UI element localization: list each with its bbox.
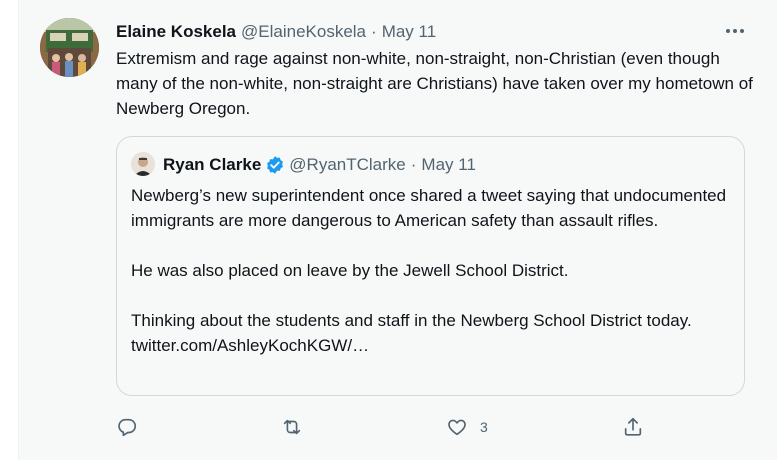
reply-icon [118, 418, 137, 437]
like-button[interactable]: 3 [446, 410, 488, 444]
share-icon [624, 417, 642, 436]
quoted-author-avatar[interactable] [131, 152, 155, 176]
author-avatar[interactable] [40, 18, 99, 77]
more-icon[interactable] [722, 20, 748, 42]
quoted-paragraph: Thinking about the students and staff in… [131, 311, 692, 355]
author-name[interactable]: Elaine Koskela [116, 22, 236, 42]
tweet-actions: 3 [108, 410, 668, 444]
tweet-date[interactable]: May 11 [382, 22, 437, 42]
quoted-tweet[interactable]: Ryan Clarke @RyanTClarke · May 11 Newber… [116, 136, 745, 396]
retweet-icon [283, 419, 301, 435]
quoted-author-name[interactable]: Ryan Clarke [163, 155, 261, 175]
quoted-tweet-header: Ryan Clarke @RyanTClarke · May 11 [163, 153, 476, 177]
quoted-author-handle[interactable]: @RyanTClarke [289, 155, 405, 175]
share-button[interactable] [622, 410, 644, 444]
quoted-tweet-text: Newberg’s new superintendent once shared… [131, 183, 736, 358]
like-count: 3 [480, 419, 488, 435]
quoted-tweet-date[interactable]: May 11 [421, 155, 476, 175]
verified-badge-icon [265, 155, 285, 175]
quoted-header-separator: · [410, 155, 417, 174]
tweet-header: Elaine Koskela @ElaineKoskela · May 11 [116, 20, 436, 44]
quoted-paragraph: Newberg’s new superintendent once shared… [131, 186, 727, 230]
reply-button[interactable] [116, 410, 138, 444]
more-dots-glyph [726, 29, 744, 33]
retweet-button[interactable] [281, 410, 303, 444]
author-handle[interactable]: @ElaineKoskela [241, 22, 366, 42]
quoted-paragraph: He was also placed on leave by the Jewel… [131, 261, 569, 280]
tweet-text: Extremism and rage against non-white, no… [116, 49, 753, 118]
avatar-photo [40, 18, 99, 77]
heart-icon [448, 419, 466, 436]
quoted-avatar-photo [131, 152, 155, 176]
header-separator: · [371, 22, 377, 41]
